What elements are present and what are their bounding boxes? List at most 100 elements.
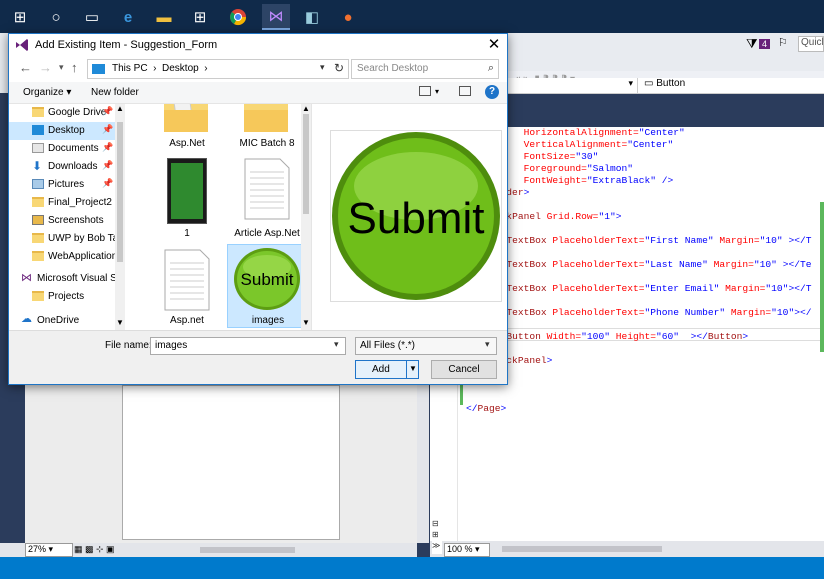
filter-icon[interactable]: ⧩ xyxy=(746,36,758,52)
nav-item-downloads[interactable]: ⬇ Downloads 📌 xyxy=(9,158,115,176)
code-token: "1" xyxy=(598,211,616,222)
nav-item-label: OneDrive xyxy=(37,315,80,326)
close-button[interactable]: ✕ xyxy=(483,35,505,55)
scroll-thumb[interactable] xyxy=(117,122,123,262)
designer-vertical-scrollbar[interactable] xyxy=(417,378,429,543)
chevron-down-icon[interactable]: ▼ xyxy=(409,364,417,373)
button-element-icon: ▭ xyxy=(644,78,654,89)
scope-dropdown[interactable]: ▾ xyxy=(508,78,638,94)
file-item[interactable]: MIC Batch 8 xyxy=(227,104,307,152)
chevron-down-icon[interactable]: ▾ xyxy=(320,62,325,73)
code-token: PlaceholderText= xyxy=(546,259,645,270)
folder-icon xyxy=(32,197,44,207)
nav-item-onedrive[interactable]: ☁ OneDrive xyxy=(9,312,115,330)
back-arrow-icon[interactable]: ← xyxy=(19,60,32,75)
grid-toggle-icons[interactable]: ▦ ▩ ⊹ ▣ xyxy=(74,544,115,555)
scroll-up-icon[interactable]: ▲ xyxy=(116,104,124,113)
forward-arrow-icon[interactable]: → xyxy=(39,60,52,75)
nav-item-google-drive[interactable]: Google Drive 📌 xyxy=(9,104,115,122)
pin-icon[interactable]: 📌 xyxy=(102,160,113,171)
windows-start-icon[interactable]: ⊞ xyxy=(6,4,34,30)
scroll-down-icon[interactable]: ▼ xyxy=(116,318,124,327)
address-bar[interactable]: This PC › Desktop › ▾ ↻ xyxy=(87,59,349,79)
pin-icon[interactable]: 📌 xyxy=(102,124,113,135)
code-token: TextBox xyxy=(506,235,547,246)
nav-item-desktop[interactable]: Desktop 📌 xyxy=(9,122,115,140)
nav-item-uwp[interactable]: UWP by Bob Tab xyxy=(9,230,115,248)
split-view-icons[interactable]: ⊟ ⊞ ≫ xyxy=(432,518,442,554)
designer-page-canvas[interactable] xyxy=(122,385,340,540)
chevron-down-icon[interactable]: ▾ xyxy=(485,339,490,350)
code-token: "Enter Email" xyxy=(644,283,720,294)
task-view-icon[interactable]: ▭ xyxy=(78,4,106,30)
nav-item-webapplication[interactable]: WebApplication xyxy=(9,248,115,266)
notes-app-icon[interactable]: ◧ xyxy=(298,4,326,30)
organize-button[interactable]: Organize ▾ xyxy=(23,87,71,98)
search-input[interactable]: Search Desktop ⌕ xyxy=(351,59,499,79)
file-item[interactable]: Asp.net xyxy=(147,247,227,329)
pin-icon[interactable]: 📌 xyxy=(102,142,113,153)
file-type-select[interactable]: All Files (*.*) xyxy=(355,337,497,355)
visual-studio-icon[interactable]: ⋈ xyxy=(262,4,290,30)
scroll-thumb[interactable] xyxy=(200,547,295,553)
quick-launch-input[interactable]: Quick xyxy=(798,36,824,52)
chevron-down-icon[interactable]: ▾ xyxy=(334,339,339,350)
file-name-input[interactable]: images xyxy=(150,337,346,355)
add-button[interactable]: Add ▼ xyxy=(355,360,419,379)
nav-item-final-project2[interactable]: Final_Project2 xyxy=(9,194,115,212)
change-marker xyxy=(820,202,824,352)
scroll-down-icon[interactable]: ▼ xyxy=(302,318,310,327)
dialog-title-bar[interactable]: Add Existing Item - Suggestion_Form ✕ xyxy=(9,34,507,56)
store-icon[interactable]: ⊞ xyxy=(186,4,214,30)
file-item[interactable]: Article Asp.Net xyxy=(227,158,307,242)
firefox-icon[interactable]: ● xyxy=(334,4,362,30)
member-dropdown[interactable]: ▭ Button xyxy=(642,78,822,94)
file-item[interactable]: Asp.Net xyxy=(147,104,227,152)
editor-zoom-select[interactable]: 100 % ▾ xyxy=(444,543,490,557)
code-token: Margin= xyxy=(707,259,754,270)
scroll-thumb[interactable] xyxy=(502,546,662,552)
code-token: FontWeight= xyxy=(523,175,587,186)
pin-icon[interactable]: 📌 xyxy=(102,178,113,189)
thumbnail-text: Submit xyxy=(241,270,294,289)
chrome-icon[interactable] xyxy=(224,4,252,30)
breadcrumb[interactable]: This PC › Desktop › xyxy=(112,63,208,74)
xaml-designer[interactable] xyxy=(25,378,417,543)
preview-pane-icon[interactable] xyxy=(459,86,471,96)
nav-item-label: Microsoft Visual S xyxy=(37,273,115,284)
file-item[interactable]: 1 xyxy=(147,158,227,242)
nav-item-pictures[interactable]: Pictures 📌 xyxy=(9,176,115,194)
help-icon[interactable]: ? xyxy=(485,85,499,99)
nav-item-projects[interactable]: Projects xyxy=(9,288,115,306)
search-icon[interactable]: ⌕ xyxy=(488,62,494,75)
edge-icon[interactable]: e xyxy=(114,4,142,30)
scroll-up-icon[interactable]: ▲ xyxy=(302,104,310,113)
nav-item-screenshots[interactable]: Screenshots xyxy=(9,212,115,230)
dialog-bottom: File name: images ▾ All Files (*.*) ▾ Ad… xyxy=(9,330,507,384)
pin-icon[interactable]: 📌 xyxy=(102,106,113,117)
recent-locations-icon[interactable]: ▾ xyxy=(59,62,64,73)
navigation-pane: Google Drive 📌 Desktop 📌 Documents 📌 ⬇ Downl… xyxy=(9,104,125,330)
cortana-icon[interactable]: ○ xyxy=(42,4,70,30)
file-explorer-icon[interactable]: ▬ xyxy=(150,4,178,30)
code-token: ></T xyxy=(788,283,812,294)
scroll-thumb[interactable] xyxy=(303,114,309,214)
file-item-selected[interactable]: Submit images xyxy=(227,244,307,328)
refresh-icon[interactable]: ↻ xyxy=(334,61,344,75)
notification-badge[interactable]: 4 xyxy=(759,39,771,49)
change-view-icon[interactable] xyxy=(419,86,431,96)
folder-icon xyxy=(164,104,208,132)
code-token: "10" xyxy=(771,307,795,318)
chevron-down-icon[interactable]: ▾ xyxy=(435,87,439,96)
new-folder-button[interactable]: New folder xyxy=(91,87,139,98)
file-list-scrollbar[interactable]: ▲ ▼ xyxy=(301,104,311,330)
nav-scrollbar[interactable]: ▲ ▼ xyxy=(115,104,125,330)
cancel-button[interactable]: Cancel xyxy=(431,360,497,379)
file-name: MIC Batch 8 xyxy=(239,138,295,149)
nav-item-visual-studio[interactable]: ⋈ Microsoft Visual S xyxy=(9,270,115,288)
up-arrow-icon[interactable]: ↑ xyxy=(71,60,78,75)
nav-item-documents[interactable]: Documents 📌 xyxy=(9,140,115,158)
this-pc-icon xyxy=(92,64,105,74)
designer-zoom-select[interactable]: 27% ▾ xyxy=(25,543,73,557)
feedback-icon[interactable]: ⚐ xyxy=(778,36,788,49)
